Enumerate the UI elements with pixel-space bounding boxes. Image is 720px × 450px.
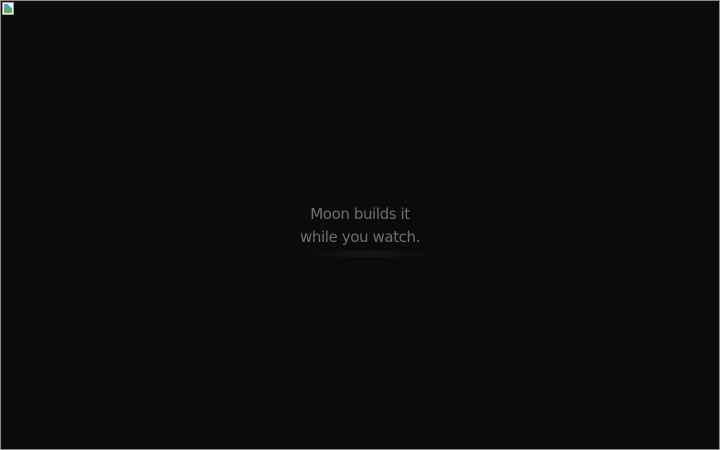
hero-tagline: Moon builds it while you watch. <box>1 203 719 249</box>
app-canvas: Moon builds it while you watch. <box>0 0 720 450</box>
tagline-line-1: Moon builds it <box>310 205 410 223</box>
broken-image-icon <box>2 2 14 15</box>
tagline-line-2: while you watch. <box>300 228 420 246</box>
loading-shimmer <box>303 251 435 257</box>
